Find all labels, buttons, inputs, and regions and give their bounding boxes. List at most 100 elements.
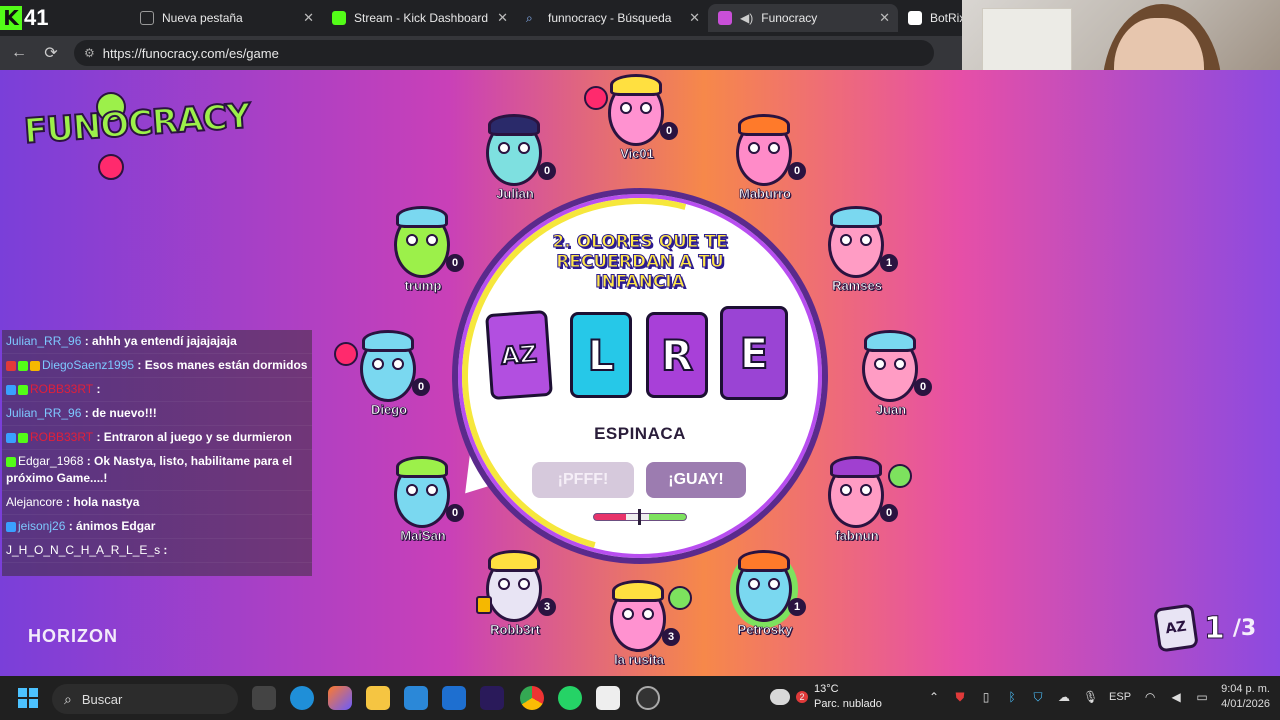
close-icon[interactable]: ✕ [303, 10, 314, 26]
usb-icon[interactable]: ▯ [979, 690, 993, 704]
chat-username[interactable]: DiegoSaenz1995 [42, 358, 134, 372]
wifi-icon[interactable]: ◠ [1143, 690, 1157, 704]
chat-message: Edgar_1968 : Ok Nastya, listo, habilitam… [2, 450, 312, 491]
weather-temp: 13°C [814, 683, 839, 695]
chat-badge-icon [6, 432, 16, 443]
tab-nueva-pestana[interactable]: Nueva pestaña ✕ [130, 4, 322, 32]
tile-letter-l[interactable]: L [570, 312, 632, 398]
store-icon[interactable] [404, 686, 428, 710]
pfff-button[interactable]: ¡PFFF! [532, 462, 634, 498]
weather-widget[interactable]: 2 13°C Parc. nublado [770, 682, 882, 712]
avatar-eyes [372, 358, 404, 370]
avatar-eyes [840, 484, 872, 496]
premiere-icon[interactable] [480, 686, 504, 710]
clock-time: 9:04 p. m. [1221, 683, 1270, 695]
chat-username[interactable]: Alejancore [6, 495, 63, 509]
chat-badge-icon [18, 432, 28, 443]
speaker-icon[interactable]: ◀ [1169, 690, 1183, 704]
player-score: 3 [662, 628, 680, 646]
whatsapp-icon[interactable] [558, 686, 582, 710]
player-score: 0 [914, 378, 932, 396]
tab-botrix[interactable]: BotRix | [898, 4, 962, 32]
player-fabnun: fabnun 0 [814, 456, 912, 562]
player-score: 3 [538, 598, 556, 616]
chat-username[interactable]: Julian_RR_96 [6, 406, 81, 420]
chat-username[interactable]: jeisonj26 [18, 519, 65, 533]
chat-username[interactable]: Edgar_1968 [18, 454, 83, 468]
avatar-hair [488, 550, 540, 572]
chat-username[interactable]: ROBB33RT [30, 382, 93, 396]
url-field[interactable]: ⚙ https://funocracy.com/es/game [74, 40, 934, 66]
windows-start-icon[interactable] [18, 688, 38, 708]
microphone-icon[interactable]: 🎙 [1083, 690, 1098, 704]
close-icon[interactable]: ✕ [879, 10, 890, 26]
avatar-hair [738, 550, 790, 572]
chat-username[interactable]: J_H_O_N_C_H_A_R_L_E_s [6, 543, 160, 557]
player-diego: Diego 0 [334, 330, 436, 436]
chat-username[interactable]: ROBB33RT [30, 430, 93, 444]
avatar-hair [396, 456, 448, 478]
speaker-icon[interactable]: ◀) [740, 11, 753, 25]
player-juan: Juan 0 [848, 330, 938, 436]
shield-icon[interactable]: ⛊ [953, 690, 967, 704]
guay-button[interactable]: ¡GUAY! [646, 462, 746, 498]
taskbar-search[interactable]: ⌕ Buscar [52, 684, 238, 714]
capcut-icon[interactable] [596, 686, 620, 710]
chevron-up-icon[interactable]: ⌃ [927, 690, 941, 704]
player-name: Vic01 [620, 146, 654, 162]
stream-chat: Julian_RR_96 : ahhh ya entendí jajajajaj… [2, 330, 312, 576]
avatar-eyes [748, 142, 780, 154]
copilot-icon[interactable] [328, 686, 352, 710]
thumbs-up-icon [668, 586, 692, 610]
defender-icon[interactable]: ⛉ [1031, 690, 1045, 704]
close-icon[interactable]: ✕ [497, 10, 508, 26]
edge-icon[interactable] [290, 686, 314, 710]
player-score: 0 [446, 504, 464, 522]
player-name: Ramses [832, 278, 882, 294]
tab-kick-dashboard[interactable]: Stream - Kick Dashboard ✕ [322, 4, 516, 32]
tile-letter-e[interactable]: E [720, 306, 788, 400]
close-icon[interactable]: ✕ [689, 10, 700, 26]
tile-letter-r[interactable]: R [646, 312, 708, 398]
player-score: 0 [788, 162, 806, 180]
player-score: 0 [880, 504, 898, 522]
chat-text: : [93, 382, 101, 396]
chat-badge-icon [18, 360, 28, 371]
clock-date: 4/01/2026 [1221, 698, 1270, 710]
outlook-icon[interactable] [442, 686, 466, 710]
answer-word: ESPINACA [594, 424, 686, 443]
player-name: Robb3rt [490, 622, 540, 638]
chrome-icon[interactable] [520, 686, 544, 710]
chat-text: : Esos manes están dormidos [134, 358, 308, 372]
round-counter: AZ 1 /3 [1153, 603, 1256, 653]
cloud-icon [770, 689, 790, 705]
back-arrow-icon[interactable]: ← [10, 44, 28, 62]
clock[interactable]: 9:04 p. m. 4/01/2026 [1221, 682, 1270, 712]
tab-busqueda[interactable]: ⌕ funnocracy - Búsqueda ✕ [516, 4, 708, 32]
language-indicator[interactable]: ESP [1109, 691, 1131, 703]
kick-notification-badge[interactable]: K 41 [0, 4, 64, 32]
chat-message: jeisonj26 : ánimos Edgar [2, 515, 312, 539]
player-name: Juan [875, 402, 907, 418]
weather-badge: 2 [796, 691, 808, 703]
horizon-logo: HORIZON [28, 626, 118, 646]
angry-face-icon [98, 154, 124, 180]
player-robb3rt: Robb3rt 3 [472, 550, 562, 656]
chat-username[interactable]: Julian_RR_96 [6, 334, 81, 348]
tile-shuffle-az[interactable]: AZ [485, 309, 553, 401]
player-name: trump [404, 278, 442, 294]
reload-icon[interactable]: ⟳ [42, 43, 60, 63]
task-view-icon[interactable] [252, 686, 276, 710]
vote-guay-label: ¡GUAY! [668, 471, 724, 488]
bluetooth-icon[interactable]: ᛒ [1005, 690, 1019, 704]
file-explorer-icon[interactable] [366, 686, 390, 710]
kick-icon [332, 11, 346, 25]
cloud-icon[interactable]: ☁ [1057, 690, 1071, 704]
obs-icon[interactable] [636, 686, 660, 710]
player-name: Diego [370, 402, 408, 418]
tab-funocracy[interactable]: ◀) Funocracy ✕ [708, 4, 898, 32]
battery-icon[interactable]: ▭ [1195, 690, 1209, 704]
player-vic01: Vic01 0 [584, 74, 684, 180]
site-info-icon[interactable]: ⚙ [84, 46, 95, 60]
player-la-rusita: la rusita 3 [596, 580, 692, 676]
